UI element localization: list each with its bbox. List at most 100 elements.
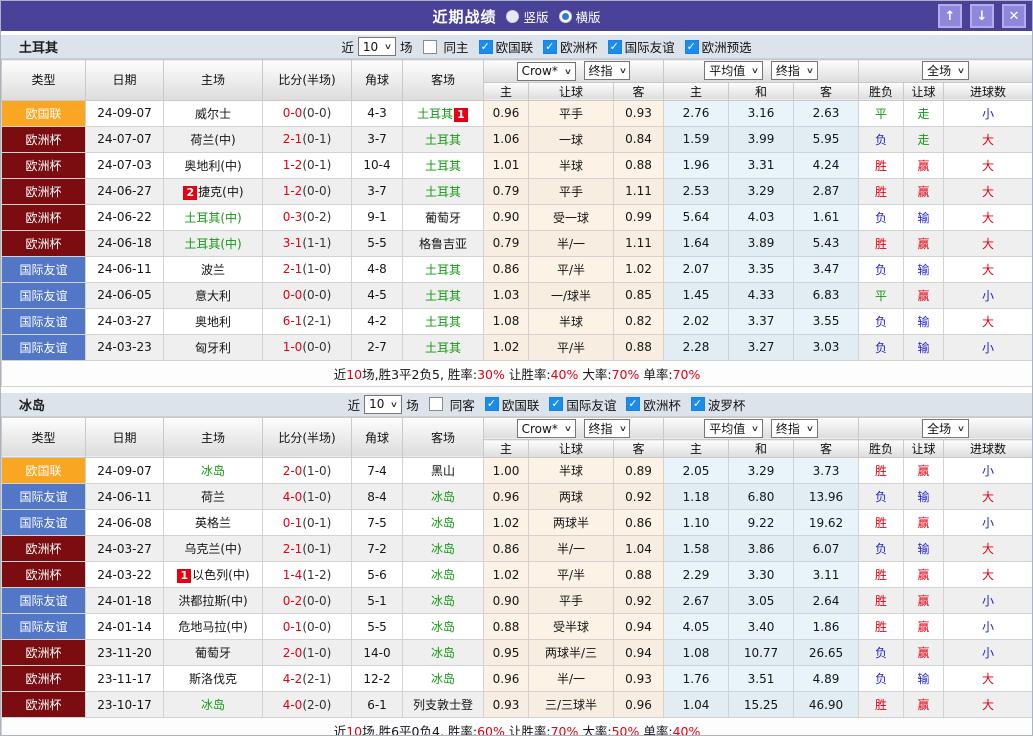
handicap-cell: 受一球	[529, 204, 614, 230]
final-odds-select[interactable]: 终指∨	[584, 61, 631, 80]
col-header-result: 胜负	[859, 82, 904, 100]
final-odds-select[interactable]: 终指∨	[584, 419, 631, 438]
average-select[interactable]: 平均值∨	[704, 419, 763, 438]
handicap-cell: 平/半	[529, 562, 614, 588]
full-match-select[interactable]: 全场∨	[922, 419, 969, 438]
away-team-cell: 冰岛	[403, 588, 484, 614]
match-row: 国际友谊24-06-08英格兰0-1(0-1)7-5冰岛1.02两球半0.861…	[2, 510, 1033, 536]
handicap-cell: 平/半	[529, 256, 614, 282]
chevron-down-icon: ∨	[806, 66, 814, 75]
date-cell: 24-09-07	[86, 100, 164, 126]
score-cell: 0-1(0-0)	[263, 614, 352, 640]
competition-checkbox[interactable]	[543, 40, 557, 54]
away-odds-cell: 0.94	[614, 640, 664, 666]
handicap-result-cell: 走	[904, 126, 944, 152]
competition-filter: 国际友谊	[602, 37, 675, 56]
away-odds-cell: 1.02	[614, 256, 664, 282]
competition-checkbox[interactable]	[479, 40, 493, 54]
full-match-select[interactable]: 全场∨	[922, 61, 969, 80]
competition-type-cell: 欧洲杯	[2, 230, 86, 256]
home-team-cell: 匈牙利	[164, 334, 263, 360]
bookmaker-select[interactable]: Crow*∨	[517, 62, 576, 81]
handicap-result-cell: 赢	[904, 230, 944, 256]
avg-away-cell: 3.03	[794, 334, 859, 360]
away-team-cell: 土耳其	[403, 178, 484, 204]
summary-text: 近10场,胜6平0负4, 胜率:60% 让胜率:70% 大率:50% 单率:40…	[2, 718, 1033, 736]
away-team-name: 土耳其	[425, 315, 461, 329]
summary-row: 近10场,胜3平2负5, 胜率:30% 让胜率:40% 大率:70% 单率:70…	[2, 360, 1033, 386]
home-team-cell: 土耳其(中)	[164, 230, 263, 256]
chevron-down-icon: ∨	[806, 424, 814, 433]
competition-checkbox[interactable]	[626, 397, 640, 411]
away-team-name: 土耳其	[425, 159, 461, 173]
halftime-score: (0-1)	[302, 158, 331, 172]
handicap-cell: 两球半/三	[529, 640, 614, 666]
move-down-button[interactable]: ↓	[970, 4, 994, 28]
final-odds-select-2[interactable]: 终指∨	[771, 419, 818, 438]
competition-checkbox[interactable]	[691, 397, 705, 411]
avg-draw-cell: 3.29	[729, 458, 794, 484]
home-team-cell: 危地马拉(中)	[164, 614, 263, 640]
away-odds-cell: 0.82	[614, 308, 664, 334]
match-row: 国际友谊24-06-11荷兰4-0(1-0)8-4冰岛0.96两球0.921.1…	[2, 484, 1033, 510]
result-cell: 负	[859, 204, 904, 230]
summary-segment: 50%	[612, 724, 640, 736]
final-odds-select-2[interactable]: 终指∨	[771, 61, 818, 80]
match-count-select[interactable]: 10∨	[364, 395, 402, 414]
average-select[interactable]: 平均值∨	[704, 61, 763, 80]
corner-cell: 5-5	[352, 230, 403, 256]
score-cell: 2-1(1-0)	[263, 256, 352, 282]
radio-icon[interactable]	[506, 10, 519, 23]
result-cell: 负	[859, 536, 904, 562]
avg-draw-cell: 9.22	[729, 510, 794, 536]
date-cell: 24-06-27	[86, 178, 164, 204]
same-venue-checkbox[interactable]	[423, 40, 437, 54]
avg-home-cell: 1.04	[664, 692, 729, 718]
match-row: 国际友谊24-01-18洪都拉斯(中)0-2(0-0)5-1冰岛0.90平手0.…	[2, 588, 1033, 614]
match-count-select[interactable]: 10∨	[358, 37, 396, 56]
competition-filter: 波罗杯	[685, 395, 746, 414]
close-button[interactable]: ✕	[1002, 4, 1026, 28]
competition-checkbox[interactable]	[485, 397, 499, 411]
result-cell: 负	[859, 334, 904, 360]
fulltime-score: 0-2	[283, 594, 303, 608]
bookmaker-select[interactable]: Crow*∨	[517, 419, 576, 438]
handicap-result-cell: 赢	[904, 152, 944, 178]
avg-draw-cell: 4.33	[729, 282, 794, 308]
home-team-name: 危地马拉(中)	[178, 620, 247, 634]
avg-home-cell: 1.10	[664, 510, 729, 536]
filter-bar: 近10∨场同主欧国联欧洲杯国际友谊欧洲预选	[341, 37, 751, 56]
corner-cell: 4-8	[352, 256, 403, 282]
avg-home-cell: 2.28	[664, 334, 729, 360]
result-cell: 胜	[859, 152, 904, 178]
move-up-button[interactable]: ↑	[938, 4, 962, 28]
handicap-cell: 两球	[529, 484, 614, 510]
layout-radio-horizontal[interactable]: 横版	[559, 7, 601, 26]
col-header-odds-away: 客	[614, 82, 664, 100]
away-team-name: 冰岛	[431, 672, 455, 686]
corner-cell: 10-4	[352, 152, 403, 178]
home-odds-cell: 0.95	[484, 640, 529, 666]
radio-icon[interactable]	[559, 10, 572, 23]
fulltime-score: 4-0	[283, 490, 303, 504]
same-venue-checkbox[interactable]	[429, 397, 443, 411]
match-count-value: 10	[363, 40, 378, 54]
competition-checkbox[interactable]	[549, 397, 563, 411]
away-team-cell: 土耳其1	[403, 100, 484, 126]
away-team-name: 冰岛	[431, 646, 455, 660]
competition-checkbox[interactable]	[608, 40, 622, 54]
away-team-cell: 土耳其	[403, 308, 484, 334]
home-team-cell: 意大利	[164, 282, 263, 308]
col-header-odds-away: 客	[614, 440, 664, 458]
fulltime-score: 2-1	[283, 542, 303, 556]
home-team-cell: 1以色列(中)	[164, 562, 263, 588]
home-odds-cell: 1.06	[484, 126, 529, 152]
home-team-cell: 葡萄牙	[164, 640, 263, 666]
layout-radio-vertical[interactable]: 竖版	[506, 7, 548, 26]
date-cell: 24-09-07	[86, 458, 164, 484]
halftime-score: (0-0)	[302, 594, 331, 608]
home-odds-cell: 0.96	[484, 100, 529, 126]
summary-segment: 场,胜6平0负4, 胜率:	[362, 724, 477, 736]
col-header-away: 客场	[403, 417, 484, 458]
competition-checkbox[interactable]	[685, 40, 699, 54]
